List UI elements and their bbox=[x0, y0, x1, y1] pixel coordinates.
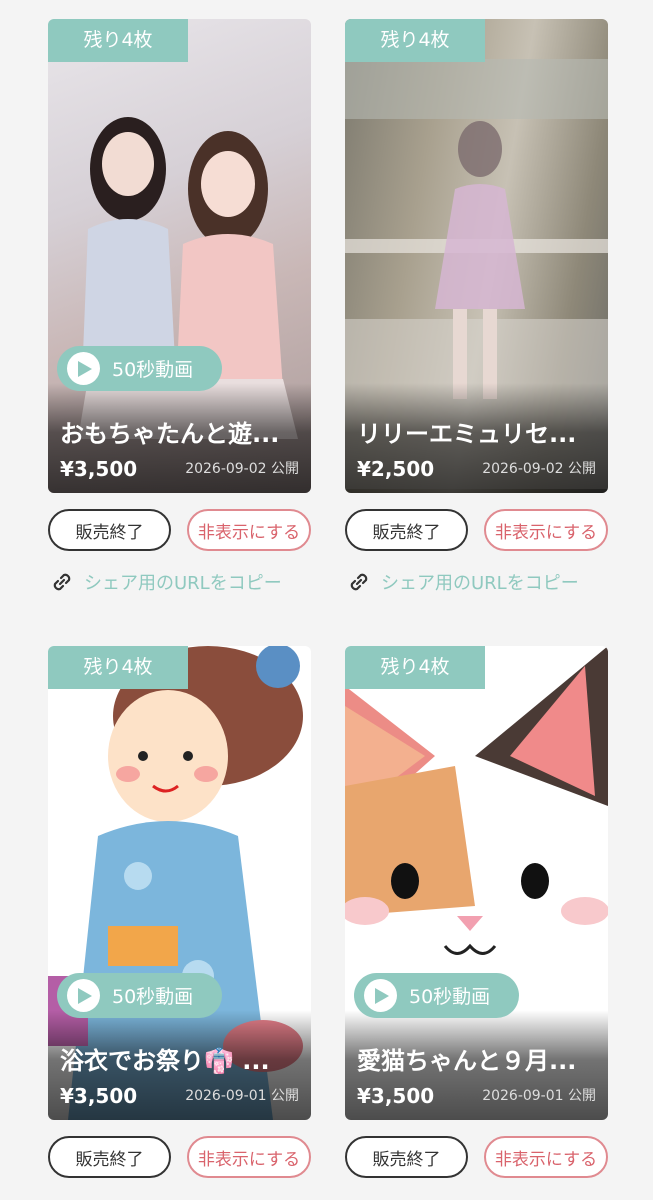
copy-share-url-link[interactable]: シェア用のURLをコピー bbox=[48, 568, 311, 596]
card-title: 浴衣でお祭り👘 ... bbox=[60, 1047, 270, 1075]
product-thumbnail[interactable]: 残り4枚 リリーエミュリセ... ¥2,500 2026-09-02 公開 bbox=[345, 19, 608, 493]
product-card: 残り4枚 50秒動画 浴衣でお祭り👘 ... ¥3,500 2026-09-01… bbox=[48, 646, 311, 1178]
stock-badge: 残り4枚 bbox=[48, 646, 188, 689]
price: ¥2,500 bbox=[357, 457, 435, 481]
product-card: 残り4枚 50秒動画 おもちゃたんと遊... ¥3,500 2026-09-02… bbox=[48, 19, 311, 596]
hide-button[interactable]: 非表示にする bbox=[484, 1136, 608, 1178]
card-title: 愛猫ちゃんと９月... bbox=[357, 1047, 577, 1075]
product-thumbnail[interactable]: 残り4枚 50秒動画 浴衣でお祭り👘 ... ¥3,500 2026-09-01… bbox=[48, 646, 311, 1120]
share-url-label: シェア用のURLをコピー bbox=[84, 573, 282, 594]
end-sale-button[interactable]: 販売終了 bbox=[48, 509, 171, 551]
video-duration-label: 50秒動画 bbox=[112, 986, 194, 1008]
end-sale-button[interactable]: 販売終了 bbox=[48, 1136, 171, 1178]
stock-badge: 残り4枚 bbox=[345, 19, 485, 62]
publish-date: 2026-09-02 公開 bbox=[185, 461, 299, 477]
video-duration-label: 50秒動画 bbox=[409, 986, 491, 1008]
share-url-label: シェア用のURLをコピー bbox=[381, 573, 579, 594]
stock-badge: 残り4枚 bbox=[48, 19, 188, 62]
product-card: 残り4枚 50秒動画 愛猫ちゃんと９月... ¥3,500 2026-09-01… bbox=[345, 646, 608, 1178]
publish-date: 2026-09-01 公開 bbox=[185, 1088, 299, 1104]
end-sale-button[interactable]: 販売終了 bbox=[345, 1136, 468, 1178]
play-icon bbox=[67, 352, 100, 385]
product-thumbnail[interactable]: 残り4枚 50秒動画 愛猫ちゃんと９月... ¥3,500 2026-09-01… bbox=[345, 646, 608, 1120]
product-card: 残り4枚 リリーエミュリセ... ¥2,500 2026-09-02 公開 販売… bbox=[345, 19, 608, 596]
hide-button[interactable]: 非表示にする bbox=[187, 509, 311, 551]
video-badge[interactable]: 50秒動画 bbox=[57, 346, 222, 391]
price: ¥3,500 bbox=[60, 457, 138, 481]
stock-badge: 残り4枚 bbox=[345, 646, 485, 689]
hide-button[interactable]: 非表示にする bbox=[484, 509, 608, 551]
product-thumbnail[interactable]: 残り4枚 50秒動画 おもちゃたんと遊... ¥3,500 2026-09-02… bbox=[48, 19, 311, 493]
copy-share-url-link[interactable]: シェア用のURLをコピー bbox=[345, 568, 608, 596]
publish-date: 2026-09-02 公開 bbox=[482, 461, 596, 477]
price: ¥3,500 bbox=[357, 1084, 435, 1108]
hide-button[interactable]: 非表示にする bbox=[187, 1136, 311, 1178]
video-badge[interactable]: 50秒動画 bbox=[57, 973, 222, 1018]
card-title: リリーエミュリセ... bbox=[357, 420, 577, 448]
link-icon bbox=[350, 573, 368, 591]
play-icon bbox=[364, 979, 397, 1012]
play-icon bbox=[67, 979, 100, 1012]
card-title: おもちゃたんと遊... bbox=[60, 420, 280, 448]
video-duration-label: 50秒動画 bbox=[112, 359, 194, 381]
video-badge[interactable]: 50秒動画 bbox=[354, 973, 519, 1018]
price: ¥3,500 bbox=[60, 1084, 138, 1108]
publish-date: 2026-09-01 公開 bbox=[482, 1088, 596, 1104]
link-icon bbox=[53, 573, 71, 591]
end-sale-button[interactable]: 販売終了 bbox=[345, 509, 468, 551]
